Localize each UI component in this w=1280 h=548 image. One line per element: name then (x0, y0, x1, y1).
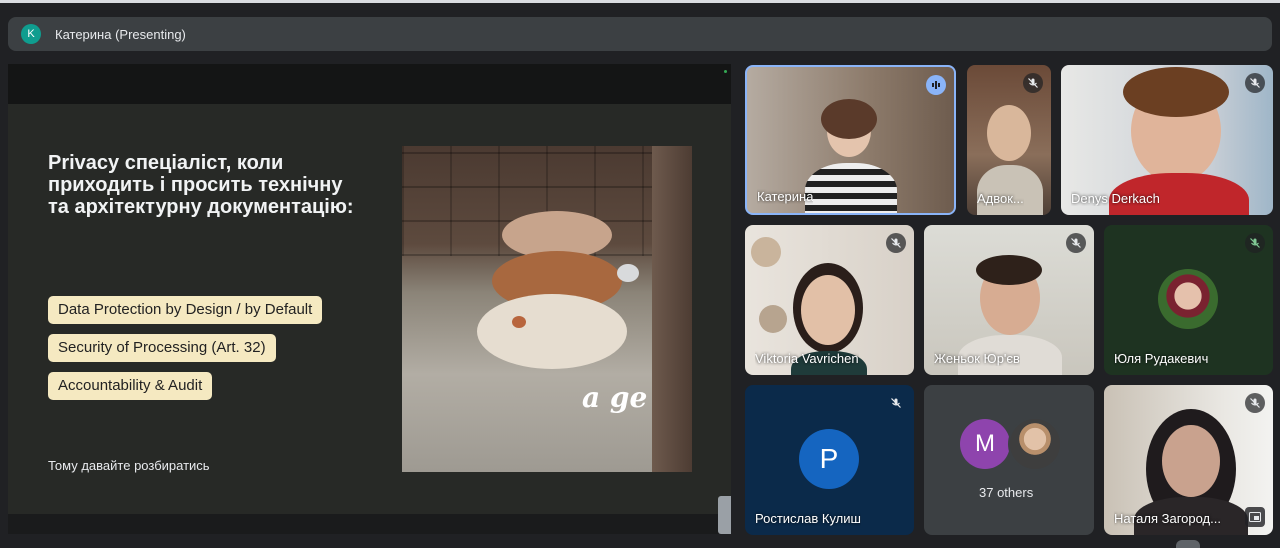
participant-tile-viktoria[interactable]: Viktoria Vavrichen (745, 225, 914, 375)
participant-name: Наталя Загород... (1114, 511, 1221, 526)
cat-spot (512, 316, 526, 328)
participant-tile-natalia[interactable]: Наталя Загород... (1104, 385, 1273, 535)
participant-tile-kateryna[interactable]: Катерина (745, 65, 956, 215)
food-bowl (617, 264, 639, 282)
presenter-label: Катерина (Presenting) (55, 26, 186, 42)
presentation-stage[interactable]: Privacy спеціаліст, коли приходить і про… (8, 64, 731, 534)
participant-avatar (1158, 269, 1218, 329)
participant-name: Viktoria Vavrichen (755, 351, 859, 366)
audio-bars-icon (926, 75, 946, 95)
participant-name: Женьок Юр'єв (934, 351, 1020, 366)
mic-off-icon (886, 233, 906, 253)
participant-name: Юля Рудакевич (1114, 351, 1209, 366)
participant-name: Ростислав Кулиш (755, 511, 861, 526)
stage-top-strip (8, 64, 731, 104)
participant-video (801, 275, 855, 345)
mic-off-icon (1245, 73, 1265, 93)
participant-avatar: P (799, 429, 859, 489)
slide-item-security: Security of Processing (Art. 32) (48, 334, 276, 362)
slide-title: Privacy спеціаліст, коли приходить і про… (48, 152, 354, 218)
participant-tile-denys[interactable]: Denys Derkach (1061, 65, 1273, 215)
slide-footer: Тому давайте розбиратись (48, 458, 210, 473)
participant-tile-rostyslav[interactable]: P Ростислав Кулиш (745, 385, 914, 535)
photo-caption: a ge (582, 381, 648, 414)
others-avatar-photo (1008, 417, 1062, 471)
slide: Privacy спеціаліст, коли приходить і про… (8, 104, 731, 514)
participant-video (1162, 425, 1220, 497)
screen-share-icon[interactable] (1245, 507, 1265, 527)
participant-tile-zhenok[interactable]: Женьок Юр'єв (924, 225, 1094, 375)
participant-name: Denys Derkach (1071, 191, 1160, 206)
mic-off-icon (1023, 73, 1043, 93)
mic-off-icon (1245, 233, 1265, 253)
participant-name: Адвок... (977, 191, 1024, 206)
stage-scroll-handle[interactable] (718, 496, 731, 534)
others-avatar: M (960, 419, 1010, 469)
presenter-bar[interactable]: K Катерина (Presenting) (8, 17, 1272, 51)
others-tile[interactable]: M 37 others (924, 385, 1094, 535)
slide-item-design: Data Protection by Design / by Default (48, 296, 323, 324)
participant-tile-advok[interactable]: Адвок... (967, 65, 1051, 215)
others-count: 37 others (979, 485, 1034, 500)
participant-tile-yulia[interactable]: Юля Рудакевич (1104, 225, 1273, 375)
top-border (0, 0, 1280, 3)
mic-off-icon (1066, 233, 1086, 253)
cat-shape (477, 294, 627, 369)
mic-off-icon (886, 393, 906, 413)
participant-video (987, 105, 1031, 161)
recording-dot (724, 70, 727, 73)
slide-item-accountability: Accountability & Audit (48, 372, 213, 400)
presenter-avatar: K (21, 24, 41, 44)
chevron-up-icon[interactable] (1176, 540, 1200, 548)
participant-name: Катерина (757, 189, 814, 204)
slide-photo-cats: a ge (402, 146, 692, 472)
mic-off-icon (1245, 393, 1265, 413)
